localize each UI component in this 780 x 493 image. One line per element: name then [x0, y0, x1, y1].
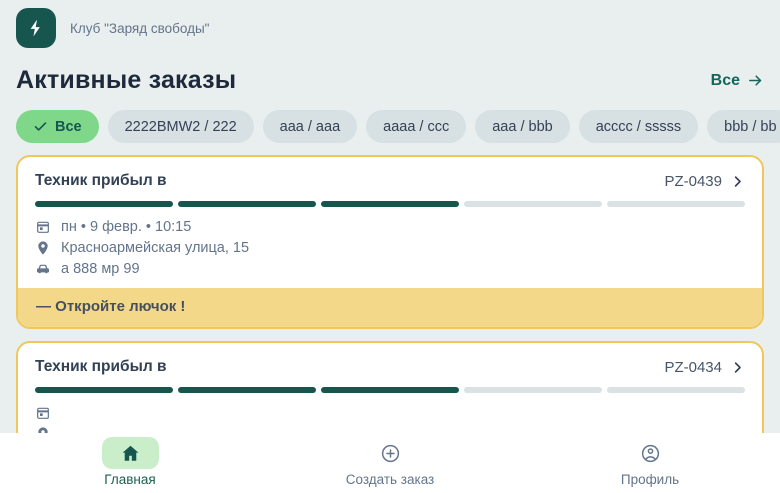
order-ref[interactable]: PZ-0439 — [664, 173, 745, 190]
order-vehicle-row: а 888 мр 99 — [35, 258, 745, 279]
order-status: Техник прибыл в — [35, 172, 167, 190]
chevron-right-icon — [730, 360, 745, 375]
club-name: Клуб "Заряд свободы" — [70, 21, 209, 36]
progress-segment — [35, 387, 173, 393]
progress-segment — [35, 201, 173, 207]
progress-segment — [321, 387, 459, 393]
calendar-icon — [35, 219, 51, 235]
filter-chip-label: 2222BMW2 / 222 — [125, 119, 237, 135]
progress-segment — [178, 201, 316, 207]
nav-create-icon-wrap — [362, 437, 419, 469]
check-icon — [33, 119, 48, 134]
lightning-icon — [26, 18, 46, 38]
page-title: Активные заказы — [16, 66, 236, 95]
view-all-link[interactable]: Все — [711, 72, 764, 90]
app-logo — [16, 8, 56, 48]
filter-chip-label: bbb / bb — [724, 119, 776, 135]
app-header: Клуб "Заряд свободы" — [0, 0, 780, 48]
profile-icon — [640, 443, 661, 464]
home-icon — [120, 443, 141, 464]
order-note-banner: — Откройте лючок ! — [18, 288, 762, 327]
arrow-right-icon — [747, 72, 764, 89]
filter-chips-row: Все 2222BMW2 / 222 aaa / aaa aaaa / ccc … — [0, 110, 780, 143]
order-progress — [35, 201, 745, 207]
filter-chip[interactable]: aaa / aaa — [263, 110, 357, 143]
nav-item-create-order[interactable]: Создать заказ — [260, 433, 520, 487]
filter-chip-all[interactable]: Все — [16, 110, 99, 143]
order-ref[interactable]: PZ-0434 — [664, 359, 745, 376]
plus-circle-icon — [380, 443, 401, 464]
filter-chip-label: aaaa / ccc — [383, 119, 449, 135]
progress-segment — [607, 201, 745, 207]
order-id: PZ-0439 — [664, 173, 722, 190]
nav-label: Главная — [104, 472, 155, 487]
order-date-row: пн • 9 февр. • 10:15 — [35, 216, 745, 237]
nav-label: Профиль — [621, 472, 679, 487]
calendar-icon — [35, 405, 51, 421]
progress-segment — [464, 387, 602, 393]
filter-chip[interactable]: bbb / bb — [707, 110, 780, 143]
view-all-label: Все — [711, 72, 740, 90]
bottom-nav: Главная Создать заказ Профиль — [0, 433, 780, 493]
filter-chip[interactable]: aaa / bbb — [475, 110, 569, 143]
nav-home-pill — [102, 437, 159, 469]
progress-segment — [178, 387, 316, 393]
order-date: пн • 9 февр. • 10:15 — [61, 219, 191, 235]
filter-chip-label: aaa / bbb — [492, 119, 552, 135]
nav-item-home[interactable]: Главная — [0, 433, 260, 487]
chevron-right-icon — [730, 174, 745, 189]
filter-chip-label: aaa / aaa — [280, 119, 340, 135]
filter-chip[interactable]: acccc / sssss — [579, 110, 698, 143]
title-row: Активные заказы Все — [0, 66, 780, 95]
location-pin-icon — [35, 240, 51, 256]
order-vehicle: а 888 мр 99 — [61, 261, 140, 277]
filter-chip-label: acccc / sssss — [596, 119, 681, 135]
nav-profile-icon-wrap — [622, 437, 679, 469]
progress-segment — [321, 201, 459, 207]
nav-item-profile[interactable]: Профиль — [520, 433, 780, 487]
filter-chip-label: Все — [55, 119, 82, 135]
filter-chip[interactable]: aaaa / ccc — [366, 110, 466, 143]
order-address: Красноармейская улица, 15 — [61, 240, 249, 256]
order-card[interactable]: Техник прибыл в PZ-0439 пн • 9 февр. • 1… — [16, 155, 764, 329]
car-icon — [35, 261, 51, 277]
order-date-row — [35, 402, 745, 423]
order-status: Техник прибыл в — [35, 358, 167, 376]
nav-label: Создать заказ — [346, 472, 435, 487]
order-progress — [35, 387, 745, 393]
filter-chip[interactable]: 2222BMW2 / 222 — [108, 110, 254, 143]
progress-segment — [464, 201, 602, 207]
order-address-row: Красноармейская улица, 15 — [35, 237, 745, 258]
progress-segment — [607, 387, 745, 393]
orders-list: Техник прибыл в PZ-0439 пн • 9 февр. • 1… — [0, 155, 780, 476]
order-id: PZ-0434 — [664, 359, 722, 376]
